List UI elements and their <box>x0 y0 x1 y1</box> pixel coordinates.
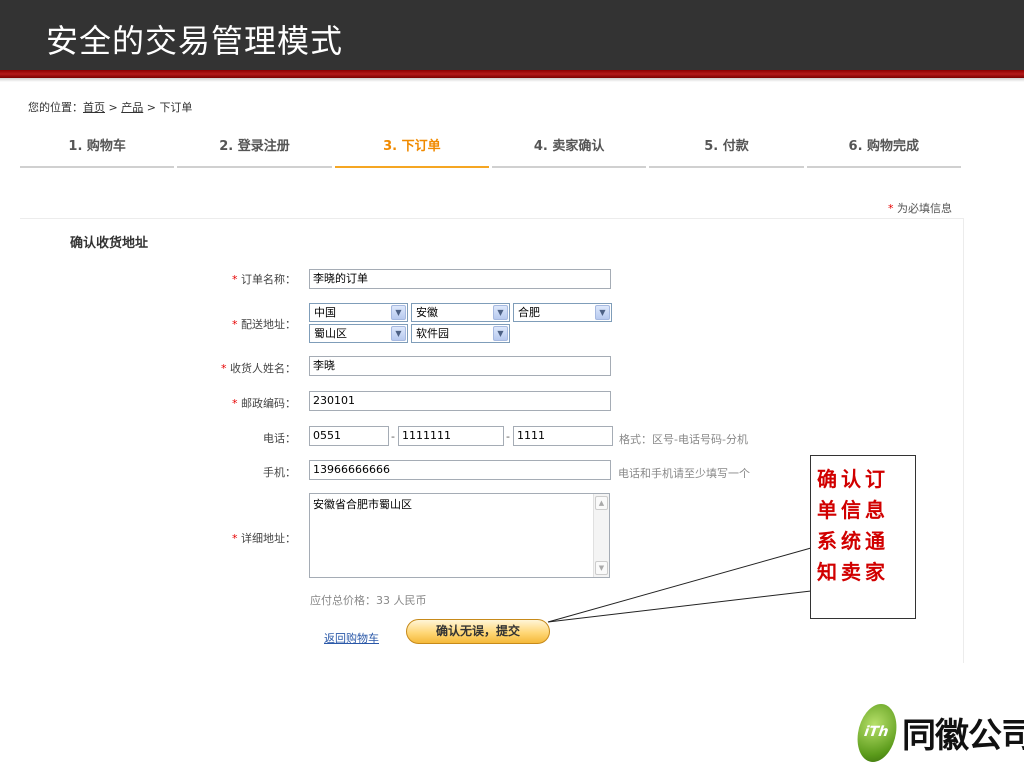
callout-line: 系统通 <box>817 529 889 553</box>
callout-box: 确认订 单信息 系统通 知卖家 <box>810 455 916 619</box>
callout-line: 单信息 <box>817 498 889 522</box>
logo-mark-text: iTh <box>863 724 890 740</box>
logo-text: 同徽公司 <box>902 716 1024 756</box>
logo-mark-icon: iTh <box>853 704 901 762</box>
company-logo: iTh 同徽公司 <box>853 702 1024 764</box>
callout-pointer <box>547 547 812 623</box>
callout-line: 知卖家 <box>817 560 889 584</box>
callout-line: 确认订 <box>817 467 889 491</box>
